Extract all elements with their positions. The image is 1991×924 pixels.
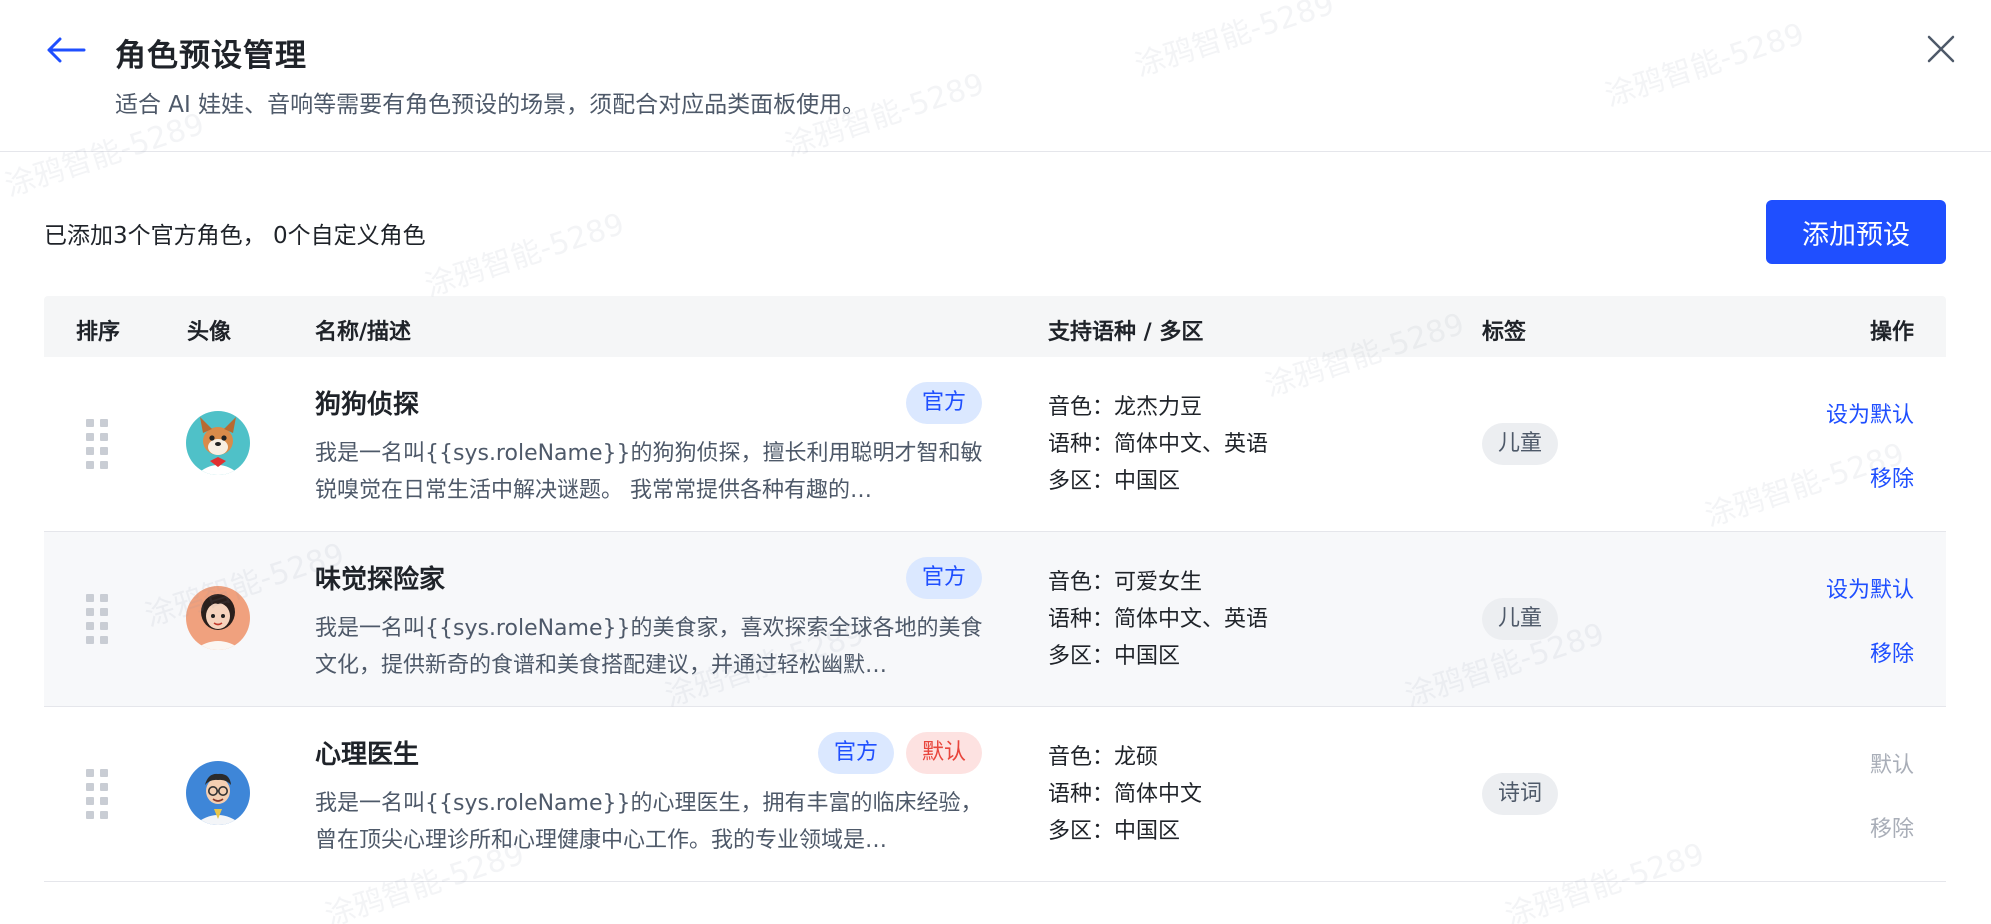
set-default-link[interactable]: 设为默认 xyxy=(1826,572,1914,604)
back-button[interactable] xyxy=(44,28,88,72)
remove-link[interactable]: 移除 xyxy=(1870,636,1914,668)
arrow-left-icon xyxy=(47,37,86,63)
page-subtitle: 适合 AI 娃娃、音响等需要有角色预设的场景，须配合对应品类面板使用。 xyxy=(115,92,866,118)
role-name: 心理医生 xyxy=(315,740,420,770)
region-value: 中国区 xyxy=(1114,819,1181,844)
language-region-info: 音色： 龙硕 语种： 简体中文 多区： 中国区 xyxy=(1048,739,1202,850)
page-title: 角色预设管理 xyxy=(115,38,307,74)
badge-group: 官方 xyxy=(905,382,982,424)
region-label: 多区： xyxy=(1048,469,1115,494)
voice-value: 可爱女生 xyxy=(1114,570,1203,595)
region-label: 多区： xyxy=(1048,644,1115,669)
column-header-tags: 标签 xyxy=(1482,320,1527,345)
role-description: 我是一名叫{{sys.roleName}}的心理医生，拥有丰富的临床经验，曾在顶… xyxy=(315,791,983,853)
column-header-order: 排序 xyxy=(76,320,121,345)
column-header-avatar: 头像 xyxy=(187,320,232,345)
dog-avatar xyxy=(186,411,250,475)
drag-handle-icon[interactable] xyxy=(86,419,112,469)
girl-avatar xyxy=(186,586,250,650)
set-default-link[interactable]: 设为默认 xyxy=(1826,397,1914,429)
language-label: 语种： xyxy=(1048,782,1115,807)
close-button[interactable] xyxy=(1922,30,1960,68)
voice-value: 龙杰力豆 xyxy=(1114,395,1203,420)
role-description: 我是一名叫{{sys.roleName}}的美食家，喜欢探索全球各地的美食文化，… xyxy=(315,616,983,678)
language-value: 简体中文、英语 xyxy=(1114,607,1269,632)
role-table: 排序 头像 名称/描述 支持语种 / 多区 标签 操作 狗狗侦探 官方 我是一名… xyxy=(44,296,1946,882)
voice-label: 音色： xyxy=(1048,570,1115,595)
doctor-avatar xyxy=(186,761,250,825)
language-value: 简体中文 xyxy=(1114,782,1203,807)
language-value: 简体中文、英语 xyxy=(1114,432,1269,457)
remove-link-disabled: 移除 xyxy=(1869,817,1914,842)
table-row: 心理医生 官方 默认 我是一名叫{{sys.roleName}}的心理医生，拥有… xyxy=(44,707,1946,882)
language-label: 语种： xyxy=(1048,432,1115,457)
badge-group: 官方 默认 xyxy=(817,732,982,774)
tag-pill: 诗词 xyxy=(1482,773,1559,815)
column-header-language-region: 支持语种 / 多区 xyxy=(1048,320,1204,345)
role-name: 味觉探险家 xyxy=(315,565,446,595)
drag-handle-icon[interactable] xyxy=(86,769,112,819)
official-badge: 官方 xyxy=(817,732,894,774)
region-label: 多区： xyxy=(1048,819,1115,844)
official-badge: 官方 xyxy=(905,382,982,424)
table-row: 味觉探险家 官方 我是一名叫{{sys.roleName}}的美食家，喜欢探索全… xyxy=(44,532,1946,707)
role-description: 我是一名叫{{sys.roleName}}的狗狗侦探，擅长利用聪明才智和敏锐嗅觉… xyxy=(315,441,983,503)
tag-pill: 儿童 xyxy=(1482,598,1559,640)
region-value: 中国区 xyxy=(1114,469,1181,494)
role-name: 狗狗侦探 xyxy=(315,390,420,420)
voice-label: 音色： xyxy=(1048,395,1115,420)
badge-group: 官方 xyxy=(905,557,982,599)
page-header: 角色预设管理 适合 AI 娃娃、音响等需要有角色预设的场景，须配合对应品类面板使… xyxy=(0,0,1991,152)
voice-value: 龙硕 xyxy=(1114,745,1159,770)
drag-handle-icon[interactable] xyxy=(86,594,112,644)
remove-link[interactable]: 移除 xyxy=(1870,461,1914,493)
table-header: 排序 头像 名称/描述 支持语种 / 多区 标签 操作 xyxy=(44,296,1946,357)
watermark-text: 涂鸦智能-5289 xyxy=(420,206,629,304)
default-status-label: 默认 xyxy=(1869,753,1914,778)
column-header-name-desc: 名称/描述 xyxy=(315,320,412,345)
column-header-actions: 操作 xyxy=(1869,320,1914,345)
language-region-info: 音色： 龙杰力豆 语种： 简体中文、英语 多区： 中国区 xyxy=(1048,389,1268,500)
default-badge: 默认 xyxy=(905,732,982,774)
add-preset-button[interactable]: 添加预设 xyxy=(1766,200,1946,264)
close-icon xyxy=(1927,35,1955,63)
language-label: 语种： xyxy=(1048,607,1115,632)
language-region-info: 音色： 可爱女生 语种： 简体中文、英语 多区： 中国区 xyxy=(1048,564,1268,675)
voice-label: 音色： xyxy=(1048,745,1115,770)
summary-text: 已添加3个官方角色， 0个自定义角色 xyxy=(44,223,426,249)
official-badge: 官方 xyxy=(905,557,982,599)
tag-pill: 儿童 xyxy=(1482,423,1559,465)
table-row: 狗狗侦探 官方 我是一名叫{{sys.roleName}}的狗狗侦探，擅长利用聪… xyxy=(44,357,1946,532)
region-value: 中国区 xyxy=(1114,644,1181,669)
